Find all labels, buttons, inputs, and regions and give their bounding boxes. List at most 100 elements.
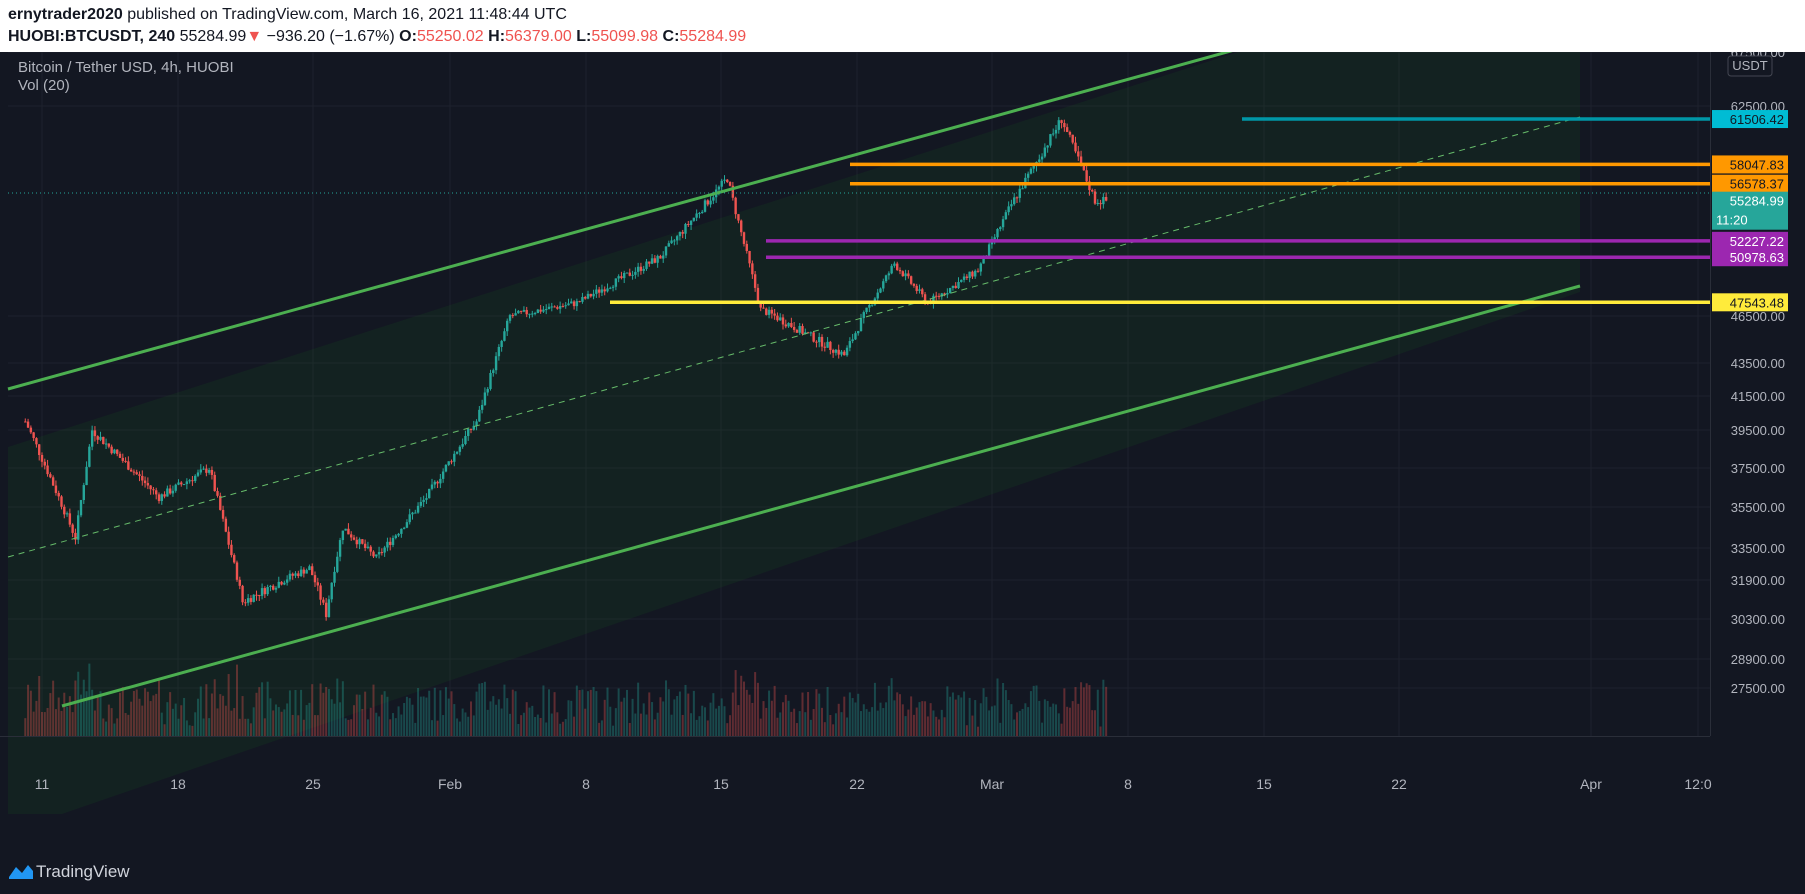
volume-bar — [224, 705, 227, 736]
candle-body — [263, 588, 267, 595]
candle-body — [397, 533, 400, 536]
volume-bar — [826, 686, 829, 736]
candle-body — [333, 571, 336, 583]
volume-bar — [603, 699, 606, 736]
price-tick-label: 35500.00 — [1731, 500, 1785, 515]
currency-label: USDT — [1732, 58, 1767, 73]
volume-bar — [447, 698, 450, 736]
volume-bar — [456, 718, 459, 736]
volume-bar — [355, 694, 358, 736]
candle-body — [508, 315, 512, 321]
price-chart[interactable]: 67500.0062500.0046500.0043500.0041500.00… — [0, 52, 1805, 846]
candle-body — [1054, 129, 1058, 134]
volume-bar — [489, 701, 492, 736]
volume-bar — [1007, 700, 1010, 736]
volume-bar — [38, 676, 41, 736]
volume-bar — [918, 702, 921, 736]
candle-body — [960, 279, 963, 282]
author-name[interactable]: ernytrader2020 — [8, 6, 123, 23]
volume-bar — [963, 691, 966, 736]
candle-body — [141, 475, 144, 481]
candle-body — [745, 243, 748, 251]
volume-bar — [71, 712, 74, 736]
candle-body — [659, 255, 662, 259]
time-tick-label: 22 — [849, 776, 865, 792]
open-value: 55250.02 — [416, 28, 484, 45]
volume-bar — [561, 721, 564, 736]
candle-body — [380, 552, 384, 554]
candle-body — [469, 429, 473, 431]
volume-bar — [1004, 690, 1007, 736]
volume-bar — [107, 704, 110, 736]
price-axis[interactable]: 67500.0062500.0046500.0043500.0041500.00… — [1712, 52, 1788, 696]
volume-bar — [230, 710, 233, 736]
candle-body — [483, 392, 487, 405]
candle-body — [848, 341, 852, 348]
candle-body — [283, 582, 286, 585]
volume-bar — [715, 708, 718, 736]
volume-bar — [1088, 685, 1091, 736]
candle-body — [592, 293, 595, 297]
volume-bar — [52, 680, 55, 736]
volume-bar — [1002, 682, 1005, 736]
candle-body — [901, 271, 904, 277]
volume-bar — [497, 699, 500, 736]
channel-fill — [8, 52, 1580, 814]
candle-body — [132, 471, 136, 473]
candle-body — [341, 530, 345, 541]
candle-body — [361, 539, 364, 544]
candle-body — [695, 213, 698, 218]
volume-bar — [592, 687, 595, 736]
volume-bar — [286, 703, 289, 736]
volume-bar — [1094, 710, 1096, 736]
volume-bar — [620, 701, 623, 736]
candle-body — [517, 310, 520, 314]
volume-bar — [169, 692, 172, 736]
volume-bar — [751, 702, 754, 736]
candle-body — [375, 554, 378, 557]
price-tick-label: 30300.00 — [1731, 612, 1785, 627]
volume-bar — [854, 702, 857, 736]
volume-bar — [935, 716, 938, 736]
volume-bar — [653, 719, 656, 736]
candle-body — [776, 315, 779, 321]
candle-body — [904, 273, 907, 277]
volume-bar — [748, 694, 751, 736]
candle-body — [205, 468, 208, 473]
candle-body — [157, 494, 161, 502]
tradingview-brand[interactable]: TradingView — [36, 862, 130, 882]
candle-body — [1068, 131, 1072, 135]
volume-bar — [843, 696, 846, 736]
candle-body — [525, 309, 528, 315]
candle-body — [662, 255, 665, 259]
volume-bar — [522, 712, 525, 736]
volume-bar — [180, 705, 183, 736]
price-tick-label: 27500.00 — [1731, 681, 1785, 696]
candle-body — [394, 535, 397, 539]
volume-bar — [1060, 723, 1063, 736]
volume-bar — [1063, 688, 1066, 736]
time-tick-label: Apr — [1580, 776, 1602, 792]
volume-bar — [1105, 686, 1108, 736]
candle-body — [843, 351, 846, 356]
volume-bar — [194, 712, 197, 736]
candle-body — [60, 496, 63, 507]
volume-bar — [960, 697, 963, 736]
volume-bar — [144, 688, 147, 736]
volume-bar — [453, 704, 456, 736]
candle-body — [272, 585, 275, 590]
candle-body — [1102, 197, 1105, 205]
candle-body — [182, 484, 186, 486]
volume-bar — [255, 692, 258, 736]
price-label-text: 56578.37 — [1730, 177, 1784, 192]
volume-bar — [723, 706, 726, 736]
volume-bar — [834, 713, 837, 736]
volume-bar — [160, 712, 163, 736]
candle-body — [614, 278, 618, 287]
volume-bar — [768, 690, 771, 736]
candle-body — [129, 469, 133, 472]
time-axis[interactable]: 11 18 25 Feb 8 15 22 Mar 8 15 22 Apr 12:0 — [35, 776, 1712, 792]
candle-body — [809, 332, 813, 334]
candle-body — [773, 313, 776, 316]
volume-bar — [1077, 703, 1080, 736]
